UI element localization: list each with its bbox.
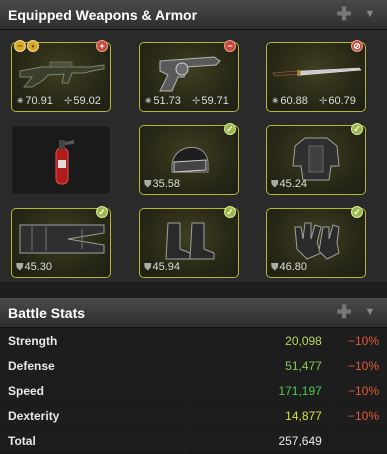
stat-value-total: 257,649 <box>190 428 331 454</box>
stat-label-dexterity: Dexterity <box>0 403 192 429</box>
armor-stat: ⛊45.24 <box>271 178 308 190</box>
armor-stat: ⛊35.58 <box>144 178 181 190</box>
damage-stat: ✷60.88 <box>271 95 308 107</box>
item-slot-revolver[interactable]: − ✷51.73 ✛59.71 <box>139 40 239 112</box>
table-row: Speed 171,197 −10% <box>0 378 387 404</box>
stat-modifier-strength: −10% <box>330 329 387 354</box>
damage-stat: ✷70.91 <box>16 95 53 107</box>
stat-modifier-total <box>330 428 387 454</box>
armor-stat: ⛊45.94 <box>144 261 181 273</box>
table-row: Strength 20,098 −10% <box>0 329 387 354</box>
stat-value-speed: 171,197 <box>190 378 331 404</box>
battle-stats-header: Battle Stats ✚ ▼ <box>0 298 387 328</box>
accuracy-stat: ✛59.71 <box>192 95 229 107</box>
stat-label-total: Total <box>0 428 192 454</box>
armor-stat: ⛊46.80 <box>271 261 308 273</box>
panel-plus-icon[interactable]: ✚ <box>335 5 353 23</box>
armor-stat: ⛊45.30 <box>16 261 53 273</box>
item-slot-gloves[interactable]: ✓ ⛊46.80 <box>266 206 366 278</box>
stat-modifier-dexterity: −10% <box>330 403 387 429</box>
stat-value-strength: 20,098 <box>190 329 331 354</box>
item-slot-pants[interactable]: ✓ ⛊45.30 <box>11 206 111 278</box>
item-slot-boots[interactable]: ✓ ⛊45.94 <box>139 206 239 278</box>
accuracy-stat: ✛60.79 <box>319 95 356 107</box>
damage-stat: ✷51.73 <box>144 95 181 107</box>
item-slot-body-armor[interactable]: ✓ ⛊45.24 <box>266 123 366 195</box>
chevron-down-icon[interactable]: ▼ <box>363 6 377 22</box>
item-slot-helmet[interactable]: ✓ ⛊35.58 <box>139 123 239 195</box>
accuracy-stat: ✛59.02 <box>64 95 101 107</box>
stat-value-defense: 51,477 <box>190 353 331 379</box>
stat-label-speed: Speed <box>0 378 192 404</box>
table-row: Dexterity 14,877 −10% <box>0 403 387 429</box>
stat-label-strength: Strength <box>0 329 192 354</box>
table-row: Total 257,649 <box>0 428 387 454</box>
stat-modifier-speed: −10% <box>330 378 387 404</box>
stat-modifier-defense: −10% <box>330 353 387 379</box>
weapons-panel-title: Equipped Weapons & Armor <box>8 7 198 23</box>
weapons-panel-header: Equipped Weapons & Armor ✚ ▼ <box>0 0 387 30</box>
item-slot-katana[interactable]: ⊘ ✷60.88 ✛60.79 <box>266 40 366 112</box>
battle-stats-table: Strength 20,098 −10% Defense 51,477 −10%… <box>0 329 387 454</box>
battle-stats-title: Battle Stats <box>8 305 86 321</box>
weapons-panel-body: − • + ✷70.91 ✛59.02 − ✷51.73 ✛59.71 ⊘ ✷6… <box>0 30 387 282</box>
fire-extinguisher-icon <box>55 140 74 185</box>
table-row: Defense 51,477 −10% <box>0 353 387 379</box>
item-slot-rifle[interactable]: − • + ✷70.91 ✛59.02 <box>11 40 111 112</box>
panel-plus-icon[interactable]: ✚ <box>335 303 353 321</box>
item-slot-extinguisher[interactable] <box>11 125 111 195</box>
chevron-down-icon[interactable]: ▼ <box>363 304 377 320</box>
stat-label-defense: Defense <box>0 353 192 379</box>
stat-value-dexterity: 14,877 <box>190 403 331 429</box>
